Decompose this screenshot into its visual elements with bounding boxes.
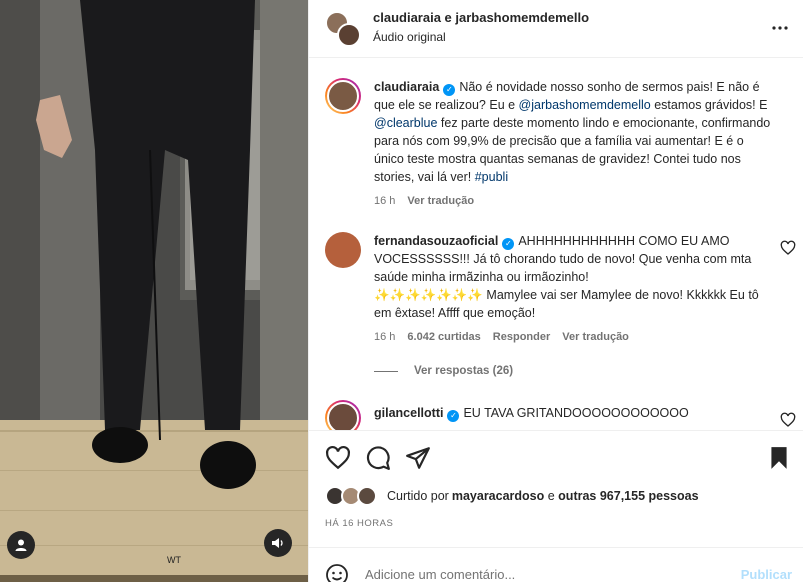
save-bookmark-icon[interactable] — [766, 445, 792, 471]
comment-username[interactable]: gilancellotti — [374, 406, 443, 420]
likes-count[interactable]: 6.042 curtidas — [407, 331, 480, 343]
mention-link[interactable]: @clearblue — [374, 116, 437, 130]
translate-button[interactable]: Ver tradução — [562, 331, 629, 343]
verified-badge-icon: ✓ — [502, 238, 515, 250]
speaker-icon — [272, 538, 283, 548]
translate-button[interactable]: Ver tradução — [407, 195, 474, 207]
like-heart-icon[interactable] — [325, 445, 351, 471]
avatar[interactable] — [325, 400, 361, 430]
post-authors[interactable]: claudiaraia e jarbashomemdemello — [373, 10, 589, 25]
avatar[interactable] — [337, 23, 361, 47]
liked-by-prefix: Curtido por — [387, 489, 449, 503]
add-comment-bar: Publicar — [309, 547, 803, 582]
avatar — [357, 486, 377, 506]
comment-icon[interactable] — [365, 445, 391, 471]
comment-text: ✨✨✨✨✨✨✨ Mamylee vai ser Mamylee de novo!… — [374, 288, 759, 320]
post-details-panel: claudiaraia e jarbashomemdemello Áudio o… — [308, 0, 803, 582]
more-options-icon[interactable] — [768, 16, 792, 40]
liked-by-middle: e — [544, 489, 559, 503]
hashtag-link[interactable]: #publi — [475, 170, 508, 184]
comment-text: EU TAVA GRITANDOOOOOOOOOOOO — [463, 406, 689, 420]
liked-by-others[interactable]: outras 967,155 pessoas — [558, 489, 698, 503]
comment-meta: 16 h 6.042 curtidas Responder Ver tradução — [374, 328, 769, 346]
like-comment-heart-icon[interactable] — [780, 240, 796, 256]
user-icon — [15, 539, 27, 551]
liked-by-user[interactable]: mayaracardoso — [452, 489, 544, 503]
caption-username[interactable]: claudiaraia — [374, 80, 439, 94]
view-replies-label: Ver respostas (26) — [414, 365, 514, 377]
post-comment-button[interactable]: Publicar — [741, 567, 792, 582]
avatar[interactable] — [325, 78, 361, 114]
comment-username[interactable]: fernandasouzaoficial — [374, 234, 498, 248]
caption-time[interactable]: 16 h — [374, 195, 395, 207]
avatar[interactable] — [325, 232, 361, 268]
verified-badge-icon: ✓ — [447, 410, 460, 422]
caption-meta: 16 h Ver tradução — [374, 192, 774, 210]
comment-time[interactable]: 16 h — [374, 331, 395, 343]
tagged-users-button[interactable] — [7, 531, 35, 559]
share-icon[interactable] — [405, 445, 431, 471]
svg-text:WT: WT — [167, 555, 181, 565]
caption-text: estamos grávidos! E — [650, 98, 768, 112]
like-comment-heart-icon[interactable] — [780, 412, 796, 428]
verified-badge-icon: ✓ — [443, 84, 456, 96]
view-replies-button[interactable]: Ver respostas (26) — [374, 365, 513, 377]
post-timestamp[interactable]: HÁ 16 HORAS — [325, 518, 393, 529]
liked-by-avatars[interactable] — [325, 486, 381, 506]
reel-video[interactable]: WT — [0, 0, 308, 582]
liked-by: Curtido por mayaracardoso e outras 967,1… — [325, 486, 699, 506]
audio-link[interactable]: Áudio original — [373, 30, 446, 44]
author-avatars[interactable] — [325, 11, 361, 47]
mention-link[interactable]: @jarbashomemdemello — [519, 98, 651, 112]
comment-input[interactable] — [365, 562, 725, 582]
audio-toggle-button[interactable] — [264, 529, 292, 557]
reply-button[interactable]: Responder — [493, 331, 550, 343]
comments-section[interactable]: claudiaraia ✓ Não é novidade nosso sonho d… — [309, 58, 803, 430]
divider — [374, 370, 398, 372]
video-frame: WT — [0, 0, 308, 582]
post-actions — [309, 430, 803, 480]
emoji-icon[interactable] — [325, 563, 349, 582]
post-header: claudiaraia e jarbashomemdemello Áudio o… — [309, 0, 803, 58]
